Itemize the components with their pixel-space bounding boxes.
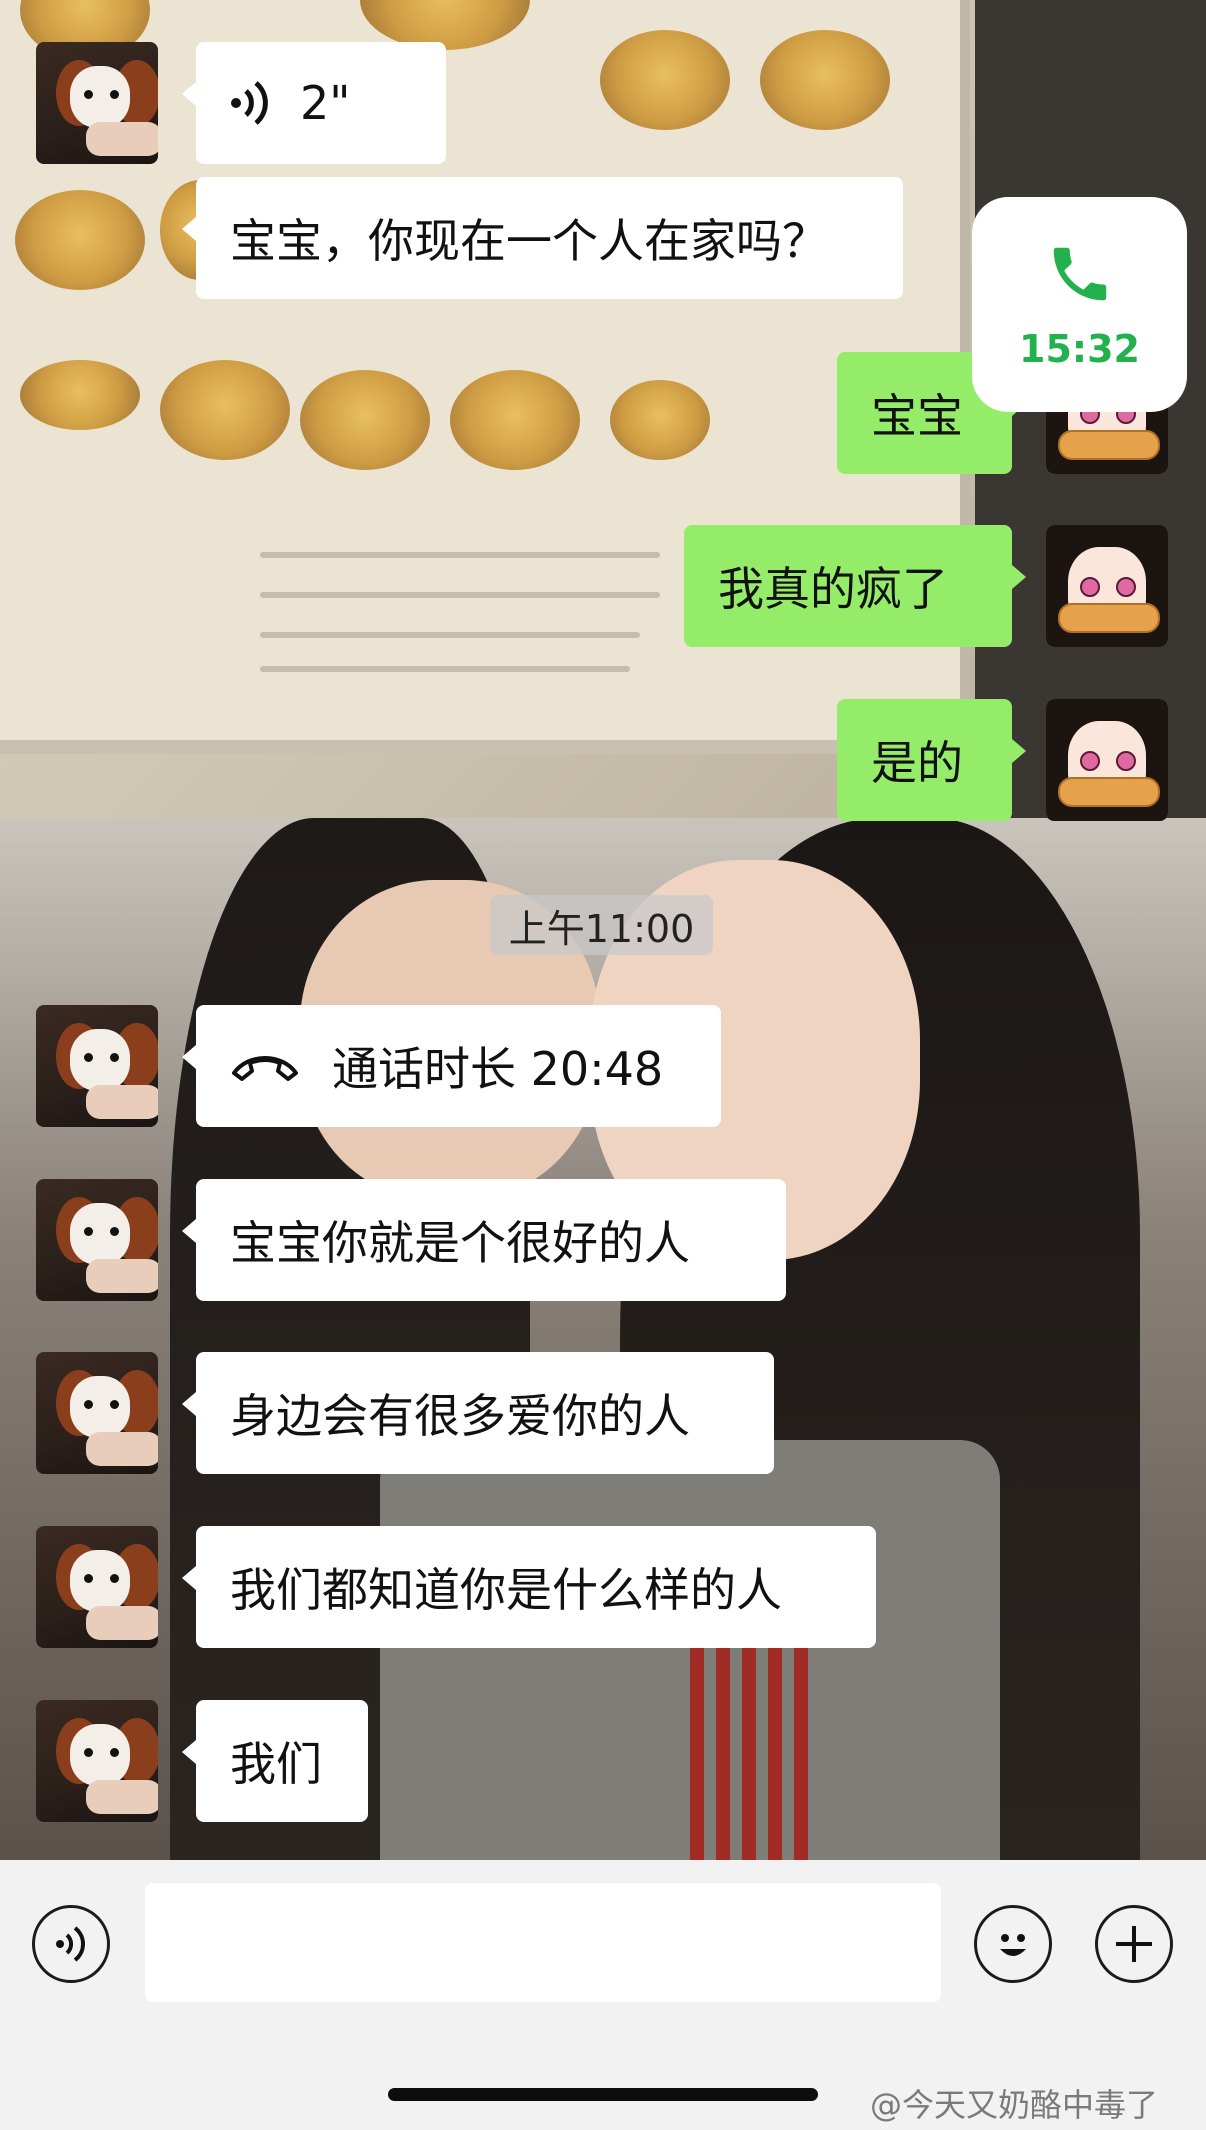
voice-duration: 2" bbox=[300, 76, 351, 130]
message-text: 是的 bbox=[871, 736, 963, 790]
message-bubble-received[interactable]: 身边会有很多爱你的人 bbox=[182, 1352, 774, 1474]
emoji-icon bbox=[988, 1919, 1038, 1969]
avatar-self[interactable] bbox=[1046, 525, 1168, 647]
message-text: 宝宝，你现在一个人在家吗？ bbox=[230, 214, 828, 268]
message-bubble-received[interactable]: 宝宝，你现在一个人在家吗？ bbox=[182, 177, 903, 299]
message-bubble-received[interactable]: 宝宝你就是个很好的人 bbox=[182, 1179, 786, 1301]
menu-text-line bbox=[260, 632, 640, 638]
avatar-girl-eye bbox=[1080, 751, 1100, 771]
menu-text-line bbox=[260, 552, 660, 558]
message-text: 身边会有很多爱你的人 bbox=[230, 1389, 690, 1443]
avatar-dog-eye bbox=[84, 1400, 93, 1409]
avatar-hand bbox=[86, 1432, 158, 1466]
menu-food-image bbox=[300, 370, 430, 470]
avatar-dog-eye bbox=[84, 1748, 93, 1757]
hang-up-icon bbox=[230, 1049, 300, 1083]
avatar-dog-eye bbox=[110, 1574, 119, 1583]
call-badge[interactable]: 15:32 bbox=[972, 197, 1187, 412]
avatar-other[interactable] bbox=[36, 1005, 158, 1127]
menu-food-image bbox=[20, 360, 140, 430]
avatar-hand bbox=[86, 1606, 158, 1640]
menu-text-line bbox=[260, 592, 660, 598]
message-text: 宝宝你就是个很好的人 bbox=[230, 1216, 690, 1270]
avatar-hand bbox=[86, 122, 158, 156]
home-indicator[interactable] bbox=[388, 2088, 818, 2101]
avatar-bread bbox=[1058, 603, 1160, 633]
avatar-other[interactable] bbox=[36, 42, 158, 164]
avatar-dog-head bbox=[70, 1203, 130, 1265]
voice-input-button[interactable] bbox=[32, 1905, 110, 1983]
voice-wave-icon bbox=[230, 79, 270, 127]
timestamp: 上午11:00 bbox=[490, 895, 713, 955]
avatar-other[interactable] bbox=[36, 1526, 158, 1648]
avatar-other[interactable] bbox=[36, 1700, 158, 1822]
avatar-dog-head bbox=[70, 1724, 130, 1786]
menu-food-image bbox=[450, 370, 580, 470]
avatar-dog-eye bbox=[110, 1053, 119, 1062]
avatar-dog-eye bbox=[110, 1227, 119, 1236]
avatar-dog-head bbox=[70, 1029, 130, 1091]
emoji-button[interactable] bbox=[974, 1905, 1052, 1983]
call-duration-text: 通话时长 20:48 bbox=[332, 1042, 664, 1096]
avatar-dog-head bbox=[70, 66, 130, 128]
menu-food-image bbox=[15, 190, 145, 290]
avatar-dog-head bbox=[70, 1376, 130, 1438]
avatar-hand bbox=[86, 1259, 158, 1293]
message-text: 我们 bbox=[230, 1737, 322, 1791]
message-text: 宝宝 bbox=[871, 389, 963, 443]
avatar-other[interactable] bbox=[36, 1352, 158, 1474]
avatar-girl-eye bbox=[1116, 751, 1136, 771]
avatar-hand bbox=[86, 1085, 158, 1119]
avatar-dog-eye bbox=[84, 1053, 93, 1062]
message-text: 我们都知道你是什么样的人 bbox=[230, 1563, 782, 1617]
avatar-girl-eye bbox=[1116, 577, 1136, 597]
message-text-input[interactable] bbox=[145, 1883, 941, 2002]
menu-text-line bbox=[260, 666, 630, 672]
photo-ribbon-tie bbox=[690, 1620, 810, 1860]
message-text: 我真的疯了 bbox=[718, 562, 948, 616]
message-bubble-received[interactable]: 我们都知道你是什么样的人 bbox=[182, 1526, 876, 1648]
call-badge-time: 15:32 bbox=[1019, 326, 1140, 371]
avatar-dog-head bbox=[70, 1550, 130, 1612]
avatar-dog-eye bbox=[110, 90, 119, 99]
call-record-bubble[interactable]: 通话时长 20:48 bbox=[182, 1005, 721, 1127]
menu-food-image bbox=[160, 360, 290, 460]
voice-message-bubble[interactable]: 2" bbox=[182, 42, 446, 164]
voice-input-icon bbox=[52, 1924, 90, 1964]
avatar-dog-eye bbox=[110, 1400, 119, 1409]
avatar-girl-eye bbox=[1080, 577, 1100, 597]
avatar-dog-eye bbox=[110, 1748, 119, 1757]
avatar-dog-eye bbox=[84, 1227, 93, 1236]
menu-food-image bbox=[600, 30, 730, 130]
watermark: @今天又奶酪中毒了 bbox=[870, 2086, 1159, 2124]
message-bubble-sent[interactable]: 是的 bbox=[837, 699, 1026, 821]
avatar-self[interactable] bbox=[1046, 699, 1168, 821]
avatar-hand bbox=[86, 1780, 158, 1814]
avatar-other[interactable] bbox=[36, 1179, 158, 1301]
avatar-bread bbox=[1058, 430, 1160, 460]
avatar-dog-eye bbox=[84, 90, 93, 99]
menu-food-image bbox=[760, 30, 890, 130]
avatar-bread bbox=[1058, 777, 1160, 807]
avatar-dog-eye bbox=[84, 1574, 93, 1583]
plus-icon bbox=[1112, 1922, 1156, 1966]
message-bubble-received[interactable]: 我们 bbox=[182, 1700, 368, 1822]
menu-food-image bbox=[610, 380, 710, 460]
plus-button[interactable] bbox=[1095, 1905, 1173, 1983]
phone-icon bbox=[1045, 239, 1115, 313]
message-bubble-sent[interactable]: 我真的疯了 bbox=[684, 525, 1026, 647]
